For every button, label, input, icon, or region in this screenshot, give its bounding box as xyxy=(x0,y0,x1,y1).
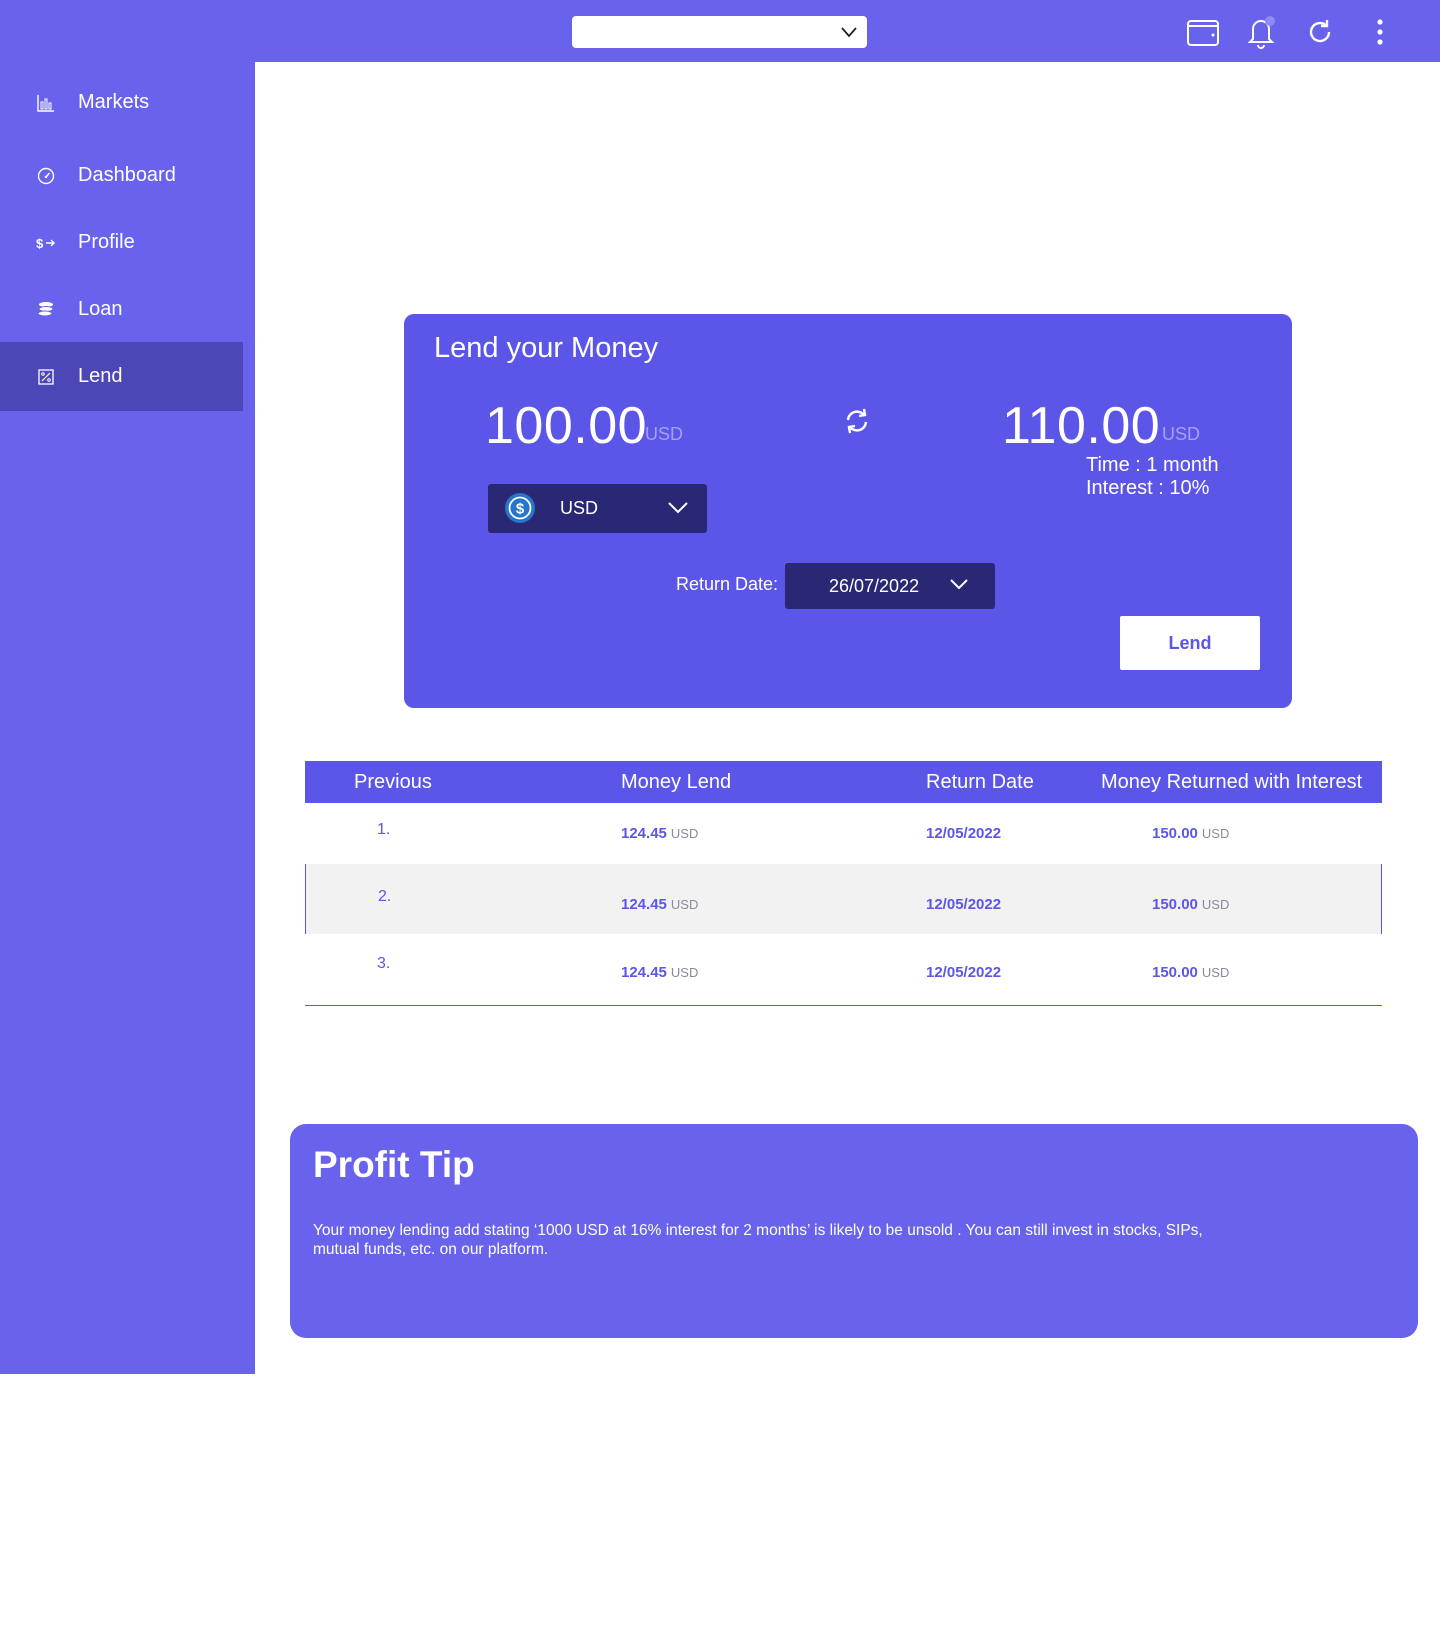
lend-title: Lend your Money xyxy=(434,332,659,364)
money-lend-value: 124.45 xyxy=(621,964,667,981)
currency-value: USD xyxy=(560,498,599,518)
sidebar-item-profile[interactable]: $ Profile xyxy=(0,209,255,276)
swap-icon[interactable] xyxy=(840,404,874,438)
chevron-down-icon xyxy=(840,24,858,45)
gauge-icon xyxy=(36,166,56,186)
lend-button[interactable]: Lend xyxy=(1120,616,1260,670)
profit-tip-card: Profit Tip Your money lending add statin… xyxy=(290,1124,1418,1338)
money-lend-cell: 124.45 USD xyxy=(621,964,698,981)
money-returned-unit: USD xyxy=(1201,897,1230,912)
money-lend-cell: 124.45 USD xyxy=(621,896,698,913)
money-lend-unit: USD xyxy=(670,965,699,980)
column-header-money-lend: Money Lend xyxy=(621,771,732,793)
svg-text:$: $ xyxy=(36,236,44,251)
sidebar-item-lend[interactable]: Lend xyxy=(0,342,243,411)
table-body: 1. 124.45 USD 12/05/2022 150.00 USD 2. 124… xyxy=(305,803,1382,1006)
money-returned-cell: 150.00 USD xyxy=(1152,825,1229,842)
sidebar-item-label: Markets xyxy=(78,91,150,113)
previous-lendings-table: Previous Money Lend Return Date Money Re… xyxy=(305,761,1382,1006)
sidebar-item-label: Lend xyxy=(78,365,123,387)
profit-tip-title: Profit Tip xyxy=(313,1144,475,1185)
money-returned-unit: USD xyxy=(1201,965,1230,980)
lend-amount: 100.00 xyxy=(485,397,648,455)
money-returned-value: 150.00 xyxy=(1152,825,1198,842)
return-date-cell: 12/05/2022 xyxy=(926,896,1002,913)
column-header-previous: Previous xyxy=(354,771,432,793)
money-returned-value: 150.00 xyxy=(1152,964,1198,981)
money-lend-cell: 124.45 USD xyxy=(621,825,698,842)
return-amount-unit: USD xyxy=(1162,424,1201,444)
profit-tip-text: Your money lending add stating ‘1000 USD… xyxy=(313,1222,1203,1258)
money-returned-unit: USD xyxy=(1201,826,1230,841)
chevron-down-icon xyxy=(667,499,689,520)
return-amount: 110.00 xyxy=(1002,397,1161,455)
money-returned-cell: 150.00 USD xyxy=(1152,964,1229,981)
return-date-value: 26/07/2022 xyxy=(829,576,920,596)
time-text: Time : 1 month xyxy=(1086,454,1219,476)
table-row[interactable]: 1. 124.45 USD 12/05/2022 150.00 USD xyxy=(305,803,1382,864)
currency-dropdown[interactable]: $ USD xyxy=(488,484,707,533)
usd-coin-icon: $ xyxy=(504,492,536,524)
sidebar-item-dashboard[interactable]: Dashboard xyxy=(0,142,255,209)
lend-card: Lend your Money 100.00 USD 110.00 USD Ti… xyxy=(404,314,1292,708)
sidebar-item-label: Loan xyxy=(78,298,123,320)
table-header: Previous Money Lend Return Date Money Re… xyxy=(305,761,1382,803)
sidebar-item-label: Dashboard xyxy=(78,164,176,186)
return-date-cell: 12/05/2022 xyxy=(926,825,1002,842)
sidebar-item-label: Profile xyxy=(78,231,135,253)
return-date-dropdown[interactable]: 26/07/2022 xyxy=(785,563,995,609)
table-row[interactable]: 2. 124.45 USD 12/05/2022 150.00 USD xyxy=(305,864,1382,934)
coins-icon xyxy=(36,300,56,320)
more-vertical-icon[interactable] xyxy=(1362,14,1398,50)
loan-terms: Time : 1 month Interest : 10% xyxy=(1086,454,1219,500)
top-dropdown[interactable] xyxy=(572,16,867,48)
bell-icon[interactable] xyxy=(1243,14,1279,50)
svg-text:$: $ xyxy=(516,501,525,518)
chevron-down-icon xyxy=(949,576,969,597)
row-index: 1. xyxy=(377,821,391,838)
money-lend-unit: USD xyxy=(670,826,699,841)
bar-chart-icon xyxy=(36,93,56,113)
return-date-cell: 12/05/2022 xyxy=(926,964,1002,981)
sidebar-item-loan[interactable]: Loan xyxy=(0,276,255,343)
wallet-icon[interactable] xyxy=(1185,14,1221,50)
lend-amount-unit: USD xyxy=(645,424,684,444)
dollar-exchange-icon: $ xyxy=(36,233,56,253)
column-header-return-date: Return Date xyxy=(926,771,1034,793)
refresh-icon[interactable] xyxy=(1302,14,1338,50)
row-index: 3. xyxy=(377,955,391,972)
interest-text: Interest : 10% xyxy=(1086,477,1210,499)
money-lend-value: 124.45 xyxy=(621,825,667,842)
money-returned-value: 150.00 xyxy=(1152,896,1198,913)
sidebar: Markets Dashboard $ Profile Loan Lend xyxy=(0,62,255,1374)
percent-icon xyxy=(36,367,56,387)
return-date-label: Return Date: xyxy=(676,574,779,594)
money-lend-value: 124.45 xyxy=(621,896,667,913)
money-returned-cell: 150.00 USD xyxy=(1152,896,1229,913)
sidebar-item-markets[interactable]: Markets xyxy=(0,69,255,136)
top-bar xyxy=(0,0,1440,62)
table-row[interactable]: 3. 124.45 USD 12/05/2022 150.00 USD xyxy=(305,934,1382,1005)
money-lend-unit: USD xyxy=(670,897,699,912)
column-header-money-returned: Money Returned with Interest xyxy=(1101,771,1363,793)
row-index: 2. xyxy=(378,888,392,905)
